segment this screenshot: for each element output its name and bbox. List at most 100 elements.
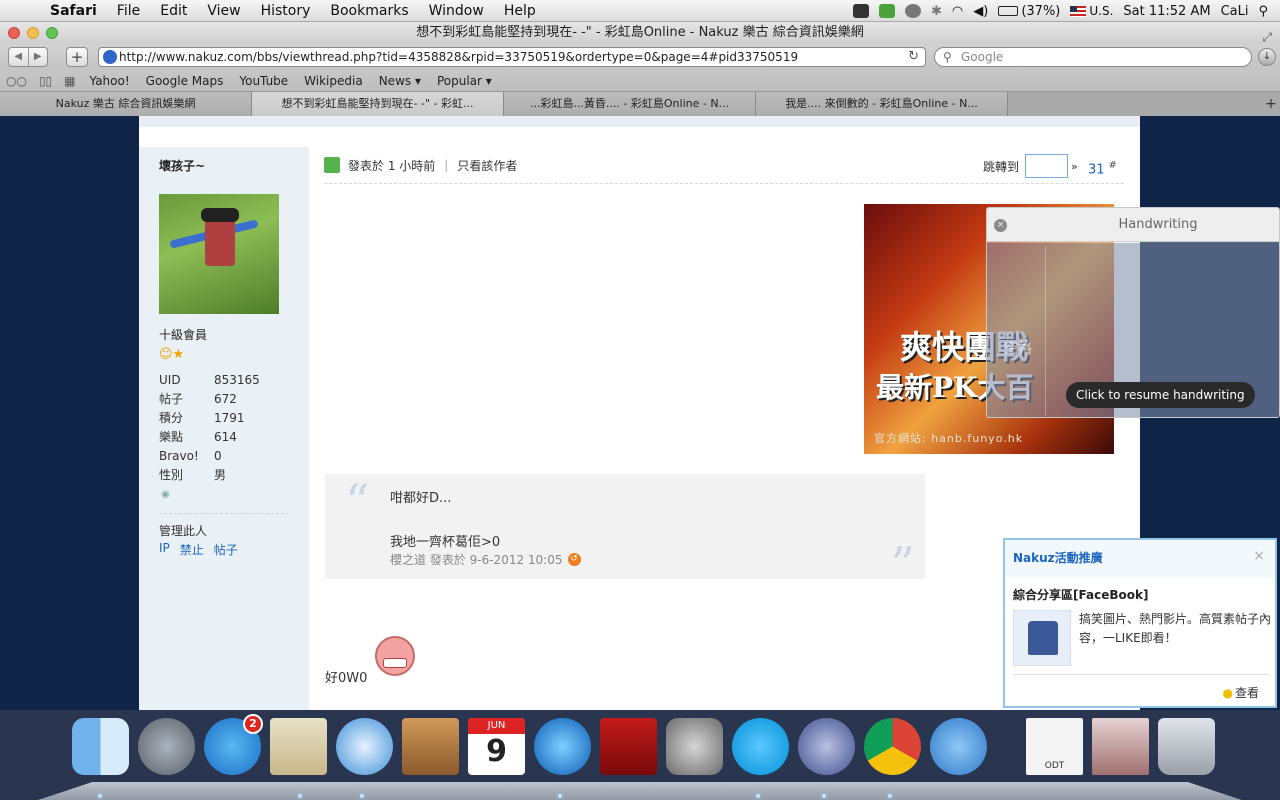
input-source[interactable]: U.S. [1070,4,1113,18]
close-window-button[interactable] [8,27,20,39]
launchpad-icon[interactable] [138,718,195,775]
skype-icon[interactable] [732,718,789,775]
menu-app-name[interactable]: Safari [40,3,107,19]
dock-icons: 2 JUN 9 ODT [72,714,1215,775]
promo-view-label: 查看 [1234,686,1259,700]
traffic-lights [8,27,58,39]
author-username[interactable]: 壞孩子~ [159,157,205,174]
us-flag-icon [1070,5,1087,17]
photo-booth-icon[interactable] [600,718,657,775]
site-icon [103,50,117,64]
promo-view-link[interactable]: ● 查看 [1223,684,1260,701]
bluetooth-icon[interactable]: ✱ [931,4,942,19]
facebook-like-thumbnail[interactable] [1013,610,1071,666]
address-bar[interactable]: http://www.nakuz.com/bbs/viewthread.php?… [98,47,926,67]
bookmark-news-menu[interactable]: News ▾ [371,74,429,88]
bookmark-google-maps[interactable]: Google Maps [138,74,232,88]
quote-meta: 櫻之道 發表於 9-6-2012 10:05 ↺ [390,551,581,568]
floor-number[interactable]: 31 # [1088,160,1117,177]
bookmarks-book-icon[interactable]: ▯▯ [33,74,58,88]
odt-document-icon[interactable]: ODT [1026,718,1083,775]
new-tab-button[interactable]: + [1262,92,1280,116]
evernote-icon[interactable] [879,4,895,18]
promo-close-icon[interactable]: × [1253,548,1265,564]
tab-thread-dusk[interactable]: ...彩虹島...黃昏.... - 彩虹島Online - N... [504,92,756,116]
itunes-icon[interactable] [534,718,591,775]
clock[interactable]: Sat 11:52 AM [1123,4,1210,19]
author-only-link[interactable]: 只看該作者 [457,157,517,174]
volume-icon[interactable]: ◀) [973,4,988,19]
author-avatar[interactable] [159,194,279,314]
manage-posts-link[interactable]: 帖子 [214,541,238,558]
promo-divider [1013,674,1269,675]
jump-go-button[interactable]: » [1071,160,1078,173]
add-bookmark-button[interactable]: + [66,47,88,67]
promo-header: Nakuz活動推廣 [1005,540,1275,578]
mail-icon[interactable] [270,718,327,775]
resume-handwriting-button[interactable]: Click to resume handwriting [1066,382,1255,408]
back-button[interactable]: ◀ [9,48,29,66]
top-sites-icon[interactable]: ▦ [58,74,81,88]
promo-popup: Nakuz活動推廣 × 綜合分享區[FaceBook] 搞笑圖片、熱門影片。高質… [1003,538,1277,708]
bookmark-youtube[interactable]: YouTube [231,74,296,88]
close-quote-icon: ” [890,537,915,593]
bookmark-wikipedia[interactable]: Wikipedia [296,74,371,88]
downloads-icon[interactable]: ↓ [1258,48,1276,66]
safari-running-indicator [360,794,364,798]
menu-history[interactable]: History [251,3,321,19]
reading-list-icon[interactable]: ○○ [0,74,33,88]
tray-app-icon[interactable] [853,4,869,18]
go-to-quoted-icon[interactable]: ↺ [567,553,581,566]
author-sidebar: 壞孩子~ 十級會員 ☺★ UID 853165 帖子 672 積分 1791 樂點 61… [139,147,309,710]
openoffice-icon[interactable] [930,718,987,775]
bookmarks-bar: ○○ ▯▯ ▦ Yahoo! Google Maps YouTube Wikip… [0,70,1280,92]
chrome-icon[interactable] [864,718,921,775]
promo-title[interactable]: 綜合分享區[FaceBook] [1013,586,1148,603]
finder-icon[interactable] [72,718,129,775]
author-rank: 十級會員 [159,328,208,342]
handwriting-close-icon[interactable]: × [994,219,1007,232]
minimize-window-button[interactable] [27,27,39,39]
user-menu[interactable]: CaLi [1221,4,1249,19]
preview-running-indicator [822,794,826,798]
tab-nakuz-home[interactable]: Nakuz 樂古 綜合資訊娛樂網 [0,92,252,116]
preview-icon[interactable] [798,718,855,775]
url-text: http://www.nakuz.com/bbs/viewthread.php?… [119,50,799,64]
handwriting-space-key[interactable]: 空格 [1004,338,1032,358]
safari-icon[interactable] [336,718,393,775]
photos-stack-icon[interactable] [1092,718,1149,775]
reload-icon[interactable]: ↻ [908,48,919,66]
menu-file[interactable]: File [107,3,150,19]
address-book-icon[interactable] [402,718,459,775]
stat-uid: UID 853165 [159,372,260,387]
menu-help[interactable]: Help [494,3,546,19]
trash-icon[interactable] [1158,718,1215,775]
bookmark-popular-menu[interactable]: Popular ▾ [429,74,500,88]
spotlight-icon[interactable]: ⚲ [1258,4,1268,19]
feed-icon[interactable]: ◉ [161,489,170,500]
jump-input[interactable] [1025,154,1069,178]
time-machine-icon[interactable] [905,4,921,18]
page-top-strip [139,116,1140,127]
manage-ban-link[interactable]: 禁止 [180,541,204,558]
menu-edit[interactable]: Edit [150,3,197,19]
search-field[interactable]: ⚲ Google [934,47,1252,67]
post-time: 發表於 1 小時前 [348,158,436,173]
battery-icon[interactable]: (37%) [998,4,1060,19]
tab-thread-countdown[interactable]: 我是.... 來倒數的 - 彩虹島Online - N... [756,92,1008,116]
menu-view[interactable]: View [197,3,250,19]
ical-icon[interactable]: JUN 9 [468,718,525,775]
bookmark-yahoo[interactable]: Yahoo! [82,74,138,88]
handwriting-panel[interactable]: Handwriting × 空格 Click to resume handwri… [986,207,1280,418]
tab-current-thread[interactable]: 想不到彩虹島能堅持到現在- -" - 彩虹... [252,92,504,116]
zoom-window-button[interactable] [46,27,58,39]
stat-points: 積分 1791 [159,410,245,426]
menu-window[interactable]: Window [419,3,494,19]
forward-button[interactable]: ▶ [29,48,48,66]
wifi-icon[interactable]: ◠ [952,4,963,19]
system-preferences-icon[interactable] [666,718,723,775]
manage-ip-link[interactable]: IP [159,541,170,558]
window-title-bar: 想不到彩虹島能堅持到現在- -" - 彩虹島Online - Nakuz 樂古 … [0,22,1280,44]
menu-bookmarks[interactable]: Bookmarks [320,3,418,19]
app-store-icon[interactable]: 2 [204,714,263,775]
